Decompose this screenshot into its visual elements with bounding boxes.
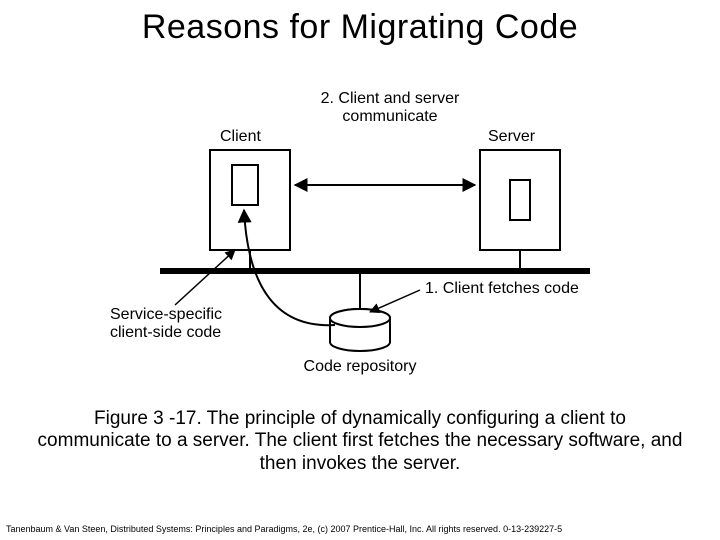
step1-pointer [370, 290, 420, 312]
network-bus [160, 268, 590, 274]
diagram-container: Client Server 2. Client and server commu… [110, 80, 610, 390]
server-label: Server [488, 128, 535, 146]
code-repo-label: Code repository [300, 358, 420, 376]
service-specific-label: Service-specific client-side code [110, 306, 230, 343]
server-box [480, 150, 560, 250]
figure-caption: Figure 3 -17. The principle of dynamical… [36, 408, 684, 475]
service-specific-pointer [175, 250, 235, 305]
client-box [210, 150, 290, 250]
code-repository [330, 309, 390, 351]
credit-line: Tanenbaum & Van Steen, Distributed Syste… [6, 524, 562, 534]
page-title: Reasons for Migrating Code [0, 8, 720, 47]
client-label: Client [220, 128, 261, 146]
step2-label: 2. Client and server communicate [310, 90, 470, 127]
step1-label: 1. Client fetches code [425, 280, 579, 298]
